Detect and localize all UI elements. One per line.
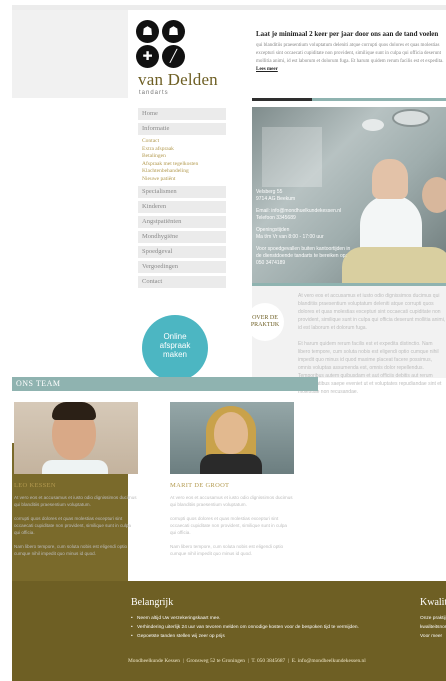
list-item: Gepoetste tanden stellen wij zeer op pri… [131, 632, 401, 641]
dental-lamp [362, 119, 384, 131]
footer-company: Mondheelkunde Kessen [128, 658, 180, 664]
email-link[interactable]: Email: info@mondhuelkundekessen.nl [256, 208, 341, 214]
assistant-figure [422, 177, 446, 213]
tooth-icon: ╱ [162, 45, 185, 68]
list-item: Voor meer [420, 634, 443, 639]
bio-paragraph: corrupti quos dolores et quas molestias … [170, 516, 287, 535]
team-member: MARIT DE GROOT At vero eos et accusamus … [170, 402, 294, 564]
intro-title: Laat je minimaal 2 keer per jaar door on… [256, 30, 439, 38]
nav-item-spoedgeval[interactable]: Spoedgeval [138, 246, 226, 258]
dental-lamp [392, 109, 430, 127]
dentist-figure [372, 159, 408, 199]
logo-name: van Delden [138, 70, 218, 89]
nav-subitem[interactable]: Contact [142, 138, 226, 146]
divider [312, 98, 446, 101]
nav-item-vergoedingen[interactable]: Vergoedingen [138, 261, 226, 273]
footer-email[interactable]: E. info@mondheelkundekessen.nl [292, 658, 366, 664]
nav-subitem[interactable]: Betalingen [142, 153, 226, 161]
hero-contact-info: Velsberg 55 9714 AG Beekum Email: info@m… [256, 189, 356, 272]
hero-window [262, 127, 322, 187]
nav-subitem[interactable]: Afspraak met tegelkosten [142, 161, 226, 169]
nav-subitem[interactable]: Klachtenbehandeling [142, 168, 226, 176]
bio-paragraph: corrupti quos dolores et quas molestias … [14, 516, 131, 535]
about-text: At vero eos et accusamus et iusto odio d… [298, 292, 446, 404]
list-item: Verhindering uiterlijk 24 uur van tevore… [131, 623, 401, 632]
address-line: Velsberg 55 [256, 189, 283, 195]
about-paragraph: Et harum quidem rerum facilis est et exp… [298, 341, 442, 395]
cta-line: Online [163, 332, 187, 341]
belangrijk-list: Neem altijd Uw verzekeringskaart mee. Ve… [131, 614, 401, 641]
cta-line: afspraak [159, 341, 191, 350]
footer-contact-line: Mondheelkunde Kessen | Gronsweg 52 te Gr… [128, 658, 366, 664]
bio-paragraph: Nam libero tempore, cum soluta nobis est… [170, 544, 284, 556]
member-bio: At vero eos et accusamus et iusto odio d… [14, 494, 138, 557]
nav-item-angstpatienten[interactable]: Angstpatiënten [138, 216, 226, 228]
nav-submenu: Contact Extra afspraak Betalingen Afspra… [138, 138, 226, 183]
intro-paragraph: qui blanditiis praesentium voluptatum de… [256, 43, 444, 64]
footer-address: Gronsweg 52 te Groningen [186, 658, 245, 664]
tooth-icon: ✚ [136, 45, 159, 68]
nav-item-kinderen[interactable]: Kinderen [138, 201, 226, 213]
address-line: 9714 AG Beekum [256, 196, 296, 202]
list-item: kwaliteitsnorm [420, 625, 446, 630]
dental-chair [342, 247, 446, 283]
bio-paragraph: Nam libero tempore, cum soluta nobis est… [14, 544, 128, 556]
hours-title: Openingstijden [256, 227, 290, 233]
phone-text: Telefoon 3345689 [256, 215, 296, 221]
nav-item-informatie[interactable]: Informatie [138, 123, 226, 135]
intro-text: qui blanditiis praesentium voluptatum de… [256, 42, 446, 72]
nav-item-contact[interactable]: Contact [138, 276, 226, 288]
member-photo [170, 402, 294, 474]
photo-detail [52, 402, 96, 420]
bio-paragraph: At vero eos et accusamus et iusto odio d… [170, 495, 293, 507]
list-item: Neem altijd Uw verzekeringskaart mee. [131, 614, 401, 623]
online-appointment-button[interactable]: Online afspraak maken [142, 315, 208, 381]
about-label: OVER DE PRAKTIJK [246, 303, 284, 341]
hero-image: Velsberg 55 9714 AG Beekum Email: info@m… [252, 107, 446, 283]
nav-item-mondhygiene[interactable]: Mondhygiëne [138, 231, 226, 243]
logo-icons: ☗ ☗ ✚ ╱ [136, 20, 188, 68]
tooth-icon: ☗ [162, 20, 185, 43]
nav-item-home[interactable]: Home [138, 108, 226, 120]
about-label-line: OVER DE [252, 315, 278, 321]
photo-detail [200, 454, 262, 474]
about-label-line: PRAKTIJK [250, 322, 280, 328]
member-photo [14, 402, 138, 474]
nav-subitem[interactable]: Extra afspraak [142, 146, 226, 154]
belangrijk-title: Belangrijk [131, 597, 174, 608]
logo[interactable]: ☗ ☗ ✚ ╱ van Delden tandarts [128, 10, 240, 98]
member-name[interactable]: MARIT DE GROOT [170, 482, 294, 489]
bio-paragraph: At vero eos et accusamus et iusto odio d… [14, 495, 137, 507]
team-member: LEO KESSEN At vero eos et accusamus et i… [14, 402, 138, 564]
photo-detail [214, 412, 248, 454]
sidebar-nav: Home Informatie Contact Extra afspraak B… [138, 108, 226, 291]
read-more-link[interactable]: Lees meer [256, 67, 278, 72]
kwaliteit-list: Onze praktijk kwaliteitsnorm Voor meer [420, 614, 446, 641]
divider [252, 98, 312, 101]
member-bio: At vero eos et accusamus et iusto odio d… [170, 494, 294, 557]
tooth-icon: ☗ [136, 20, 159, 43]
nav-subitem[interactable]: Nieuwe patiënt [142, 176, 226, 184]
team-title: ONS TEAM [16, 379, 61, 388]
cta-line: maken [162, 350, 187, 359]
member-name[interactable]: LEO KESSEN [14, 482, 138, 489]
footer-phone: T. 050 3845687 [251, 658, 286, 664]
kwaliteit-title: Kwaliteit [420, 597, 446, 608]
list-item: Onze praktijk [420, 616, 446, 621]
about-paragraph: At vero eos et accusamus et iusto odio d… [298, 293, 446, 331]
logo-subtitle: tandarts [139, 90, 169, 96]
hours-text: Ma t/m Vr van 8:00 - 17:00 uur [256, 234, 324, 240]
nav-item-specialismen[interactable]: Specialismen [138, 186, 226, 198]
emergency-text: Voor spoedgevallen buiten kantoortijden … [256, 246, 351, 266]
photo-detail [42, 460, 108, 474]
